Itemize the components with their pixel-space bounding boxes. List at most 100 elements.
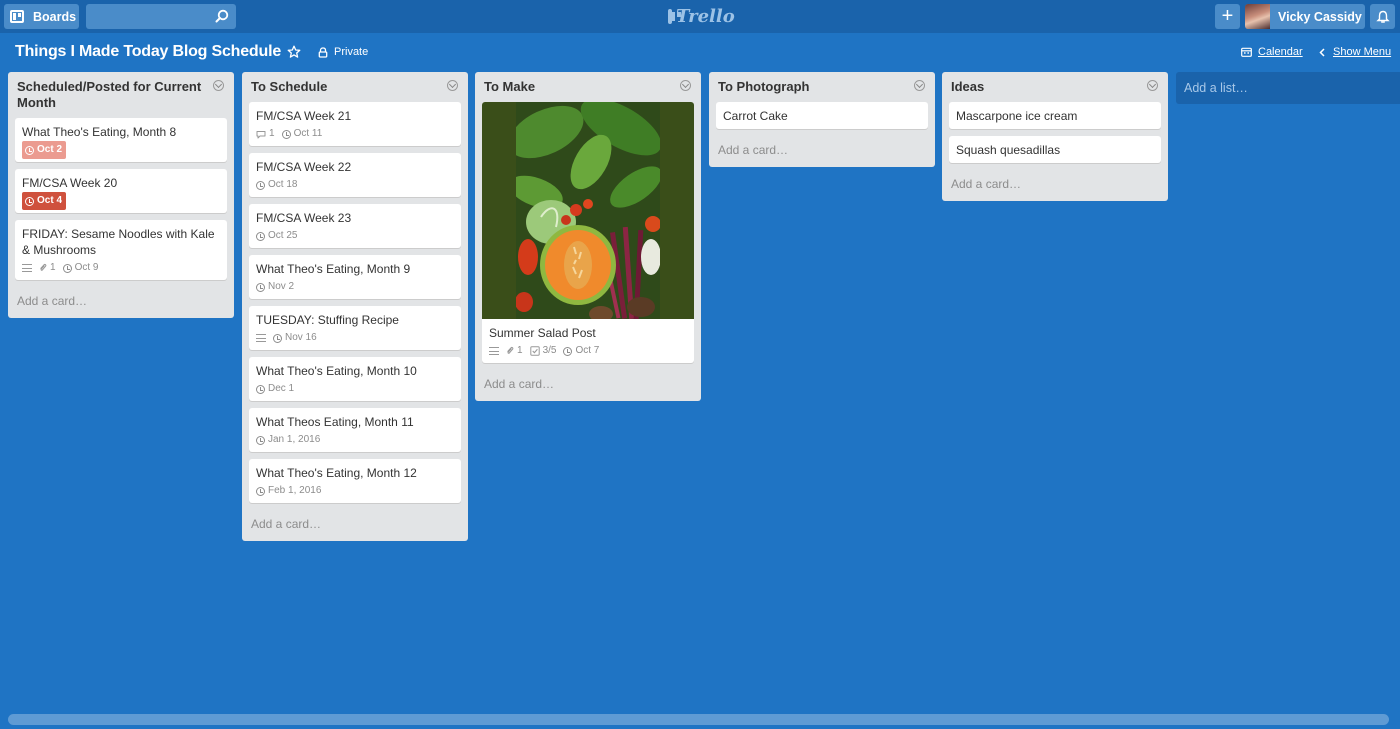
card-title: FM/CSA Week 22 [256,160,352,174]
attachment-badge: 1 [506,343,523,359]
list-to-make: To Make Summer Salad Post 1 3/5 Oct 7 Ad… [475,72,701,401]
card[interactable]: What Theo's Eating, Month 10 Dec 1 [249,357,461,401]
card-badges: Oct 25 [256,229,454,243]
due-date-text: Dec 1 [268,383,295,394]
list-title[interactable]: Ideas [949,72,1161,102]
due-date-badge: Nov 16 [273,330,317,346]
list-menu-icon[interactable] [680,80,691,91]
boards-button[interactable]: Boards [4,4,79,29]
card-title: What Theos Eating, Month 11 [256,415,414,429]
due-date-text: Oct 25 [268,230,298,241]
card-badges: 1 3/5 Oct 7 [489,344,687,358]
list-menu-icon[interactable] [914,80,925,91]
card-badges: Oct 2 [22,141,220,159]
card[interactable]: What Theo's Eating, Month 9 Nov 2 [249,255,461,299]
add-card-button[interactable]: Add a card… [249,510,461,533]
card-badges: Oct 18 [256,178,454,192]
due-date-text: Oct 11 [293,128,323,139]
show-menu-label: Show Menu [1333,46,1392,58]
attachment-badge: 1 [39,260,56,276]
card[interactable]: FM/CSA Week 21 1 Oct 11 [249,102,461,146]
show-menu-button[interactable]: Show Menu [1319,46,1391,58]
card[interactable]: Mascarpone ice cream [949,102,1161,129]
add-card-button[interactable]: Add a card… [482,370,694,393]
list-menu-icon[interactable] [447,80,458,91]
list-title-text: To Schedule [251,79,328,94]
visibility-label: Private [334,46,369,58]
due-date-badge: Oct 18 [256,177,297,193]
list-title[interactable]: Scheduled/Posted for Current Month [15,72,227,118]
card-badges: Nov 16 [256,331,454,345]
horizontal-scrollbar[interactable] [8,714,1389,725]
card-badges: Jan 1, 2016 [256,433,454,447]
card[interactable]: What Theo's Eating, Month 12 Feb 1, 2016 [249,459,461,503]
due-date-badge: Jan 1, 2016 [256,432,320,448]
card-title: Carrot Cake [723,109,788,123]
calendar-label: Calendar [1258,46,1303,58]
add-card-button[interactable]: Add a card… [716,136,928,159]
visibility-button[interactable]: Private [318,46,368,58]
search-input[interactable] [86,4,236,29]
search-icon[interactable] [215,9,229,23]
card-title: Squash quesadillas [956,143,1061,157]
lock-icon [318,46,328,58]
checklist-badge: 3/5 [529,343,556,359]
list-title[interactable]: To Make [482,72,694,102]
clock-icon [256,180,265,190]
clock-icon [273,333,282,343]
comment-count: 1 [269,128,275,139]
card-title: FRIDAY: Sesame Noodles with Kale & Mushr… [22,227,215,257]
list-ideas: Ideas Mascarpone ice cream Squash quesad… [942,72,1168,201]
member-menu-button[interactable]: Vicky Cassidy [1245,4,1365,29]
card-title: What Theo's Eating, Month 9 [256,262,411,276]
due-date-text: Oct 4 [37,195,63,206]
star-icon[interactable] [287,45,301,59]
add-card-button[interactable]: Add a card… [949,170,1161,193]
attachment-count: 1 [50,262,56,273]
list-title-text: Ideas [951,79,985,94]
card-title: FM/CSA Week 21 [256,109,352,123]
due-date-badge: Oct 2 [22,141,67,159]
clock-icon [256,282,265,292]
card[interactable]: Carrot Cake [716,102,928,129]
add-list-button[interactable]: Add a list… [1176,72,1400,104]
due-date-badge: Nov 2 [256,279,294,295]
add-card-button[interactable]: Add a card… [15,287,227,310]
clock-icon [563,346,573,356]
add-button[interactable]: + [1215,4,1240,29]
clock-icon [256,486,265,496]
attachment-count: 1 [517,345,523,356]
vegetables-photo [516,102,660,319]
due-date-badge: Oct 4 [22,192,67,210]
bell-icon [1375,10,1390,23]
top-header: Boards Trello + Vicky Cassidy [0,0,1400,33]
list-title[interactable]: To Photograph [716,72,928,102]
card[interactable]: What Theo's Eating, Month 8 Oct 2 [15,118,227,162]
list-title[interactable]: To Schedule [249,72,461,102]
card-title: Summer Salad Post [489,326,596,340]
notifications-button[interactable] [1370,4,1395,29]
card-title: What Theo's Eating, Month 8 [22,125,177,139]
list-menu-icon[interactable] [213,80,224,91]
clock-icon [256,231,265,241]
card[interactable]: FM/CSA Week 20 Oct 4 [15,169,227,213]
card[interactable]: FM/CSA Week 22 Oct 18 [249,153,461,197]
card[interactable]: What Theos Eating, Month 11 Jan 1, 2016 [249,408,461,452]
card[interactable]: Squash quesadillas [949,136,1161,163]
card[interactable]: TUESDAY: Stuffing Recipe Nov 16 [249,306,461,350]
card-title: What Theo's Eating, Month 10 [256,364,417,378]
card[interactable]: Summer Salad Post 1 3/5 Oct 7 [482,102,694,363]
card-title: What Theo's Eating, Month 12 [256,466,417,480]
list-title-text: Scheduled/Posted for Current Month [17,79,202,110]
card-cover-image [482,102,694,319]
avatar [1245,4,1270,29]
trello-logo[interactable]: Trello [668,5,735,27]
calendar-button[interactable]: Calendar [1241,46,1303,58]
card[interactable]: FM/CSA Week 23 Oct 25 [249,204,461,248]
due-date-badge: Oct 11 [281,126,323,142]
board-title[interactable]: Things I Made Today Blog Schedule [15,43,281,61]
card[interactable]: FRIDAY: Sesame Noodles with Kale & Mushr… [15,220,227,280]
list-menu-icon[interactable] [1147,80,1158,91]
comment-badge: 1 [256,126,275,142]
due-date-text: Oct 18 [268,179,298,190]
